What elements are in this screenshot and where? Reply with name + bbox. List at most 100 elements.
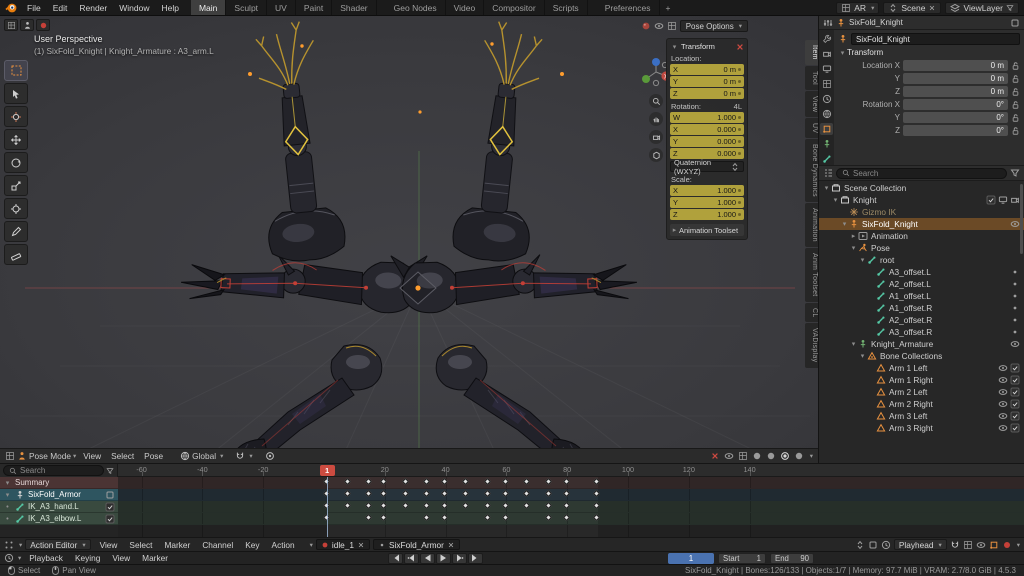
- keyframe[interactable]: [523, 478, 530, 485]
- ar-dropdown[interactable]: AR▾: [836, 2, 879, 14]
- orientation-dropdown[interactable]: Global▾: [180, 451, 223, 461]
- sidebar-tab-uv[interactable]: UV: [805, 118, 818, 138]
- keyframe[interactable]: [441, 502, 448, 509]
- properties-tab-screen[interactable]: [820, 63, 833, 75]
- workspace-tab-uv[interactable]: UV: [267, 0, 296, 15]
- keyframe[interactable]: [344, 478, 351, 485]
- prop-field-location-x[interactable]: 0 m: [903, 60, 1008, 71]
- camera-icon[interactable]: [1010, 195, 1020, 205]
- menu-help[interactable]: Help: [155, 3, 184, 13]
- record-icon[interactable]: [36, 19, 50, 31]
- properties-tab-bone[interactable]: [820, 153, 833, 165]
- dopesheet-editor-icon[interactable]: [4, 540, 14, 550]
- zoom-icon[interactable]: [649, 94, 663, 108]
- pin-icon[interactable]: [868, 540, 878, 550]
- keyframe[interactable]: [502, 478, 509, 485]
- sidebar-tab-vadisplay[interactable]: VADisplay: [805, 323, 818, 367]
- playback-menu-view[interactable]: View: [106, 553, 136, 563]
- keyframe[interactable]: [523, 502, 530, 509]
- outliner-row-gizmo-ik[interactable]: Gizmo IK: [819, 206, 1024, 218]
- properties-tab-grid[interactable]: [820, 78, 833, 90]
- keyframe[interactable]: [380, 478, 387, 485]
- unlink-action-icon[interactable]: [357, 541, 365, 549]
- 3d-cursor-tool[interactable]: [4, 106, 28, 127]
- obj_orange-icon[interactable]: [989, 540, 999, 550]
- timeline-ruler[interactable]: -60 -40 -20 20 40 60 80 100 120 140: [118, 464, 1024, 477]
- outliner-row-animation[interactable]: ▸Animation: [819, 230, 1024, 242]
- menu-render[interactable]: Render: [73, 3, 113, 13]
- playback-menu-marker[interactable]: Marker: [136, 553, 174, 563]
- outliner-row-a3-offset-l[interactable]: A3_offset.L: [819, 266, 1024, 278]
- keyframe[interactable]: [423, 514, 430, 521]
- gizmos-icon[interactable]: [667, 21, 677, 31]
- eye-icon[interactable]: [976, 540, 986, 550]
- action-menu-marker[interactable]: Marker: [158, 540, 196, 550]
- outliner-scrollbar[interactable]: [1020, 184, 1023, 254]
- channel-summary[interactable]: ▾Summary: [0, 477, 118, 489]
- track-sixfold-armor[interactable]: [118, 489, 1024, 501]
- workspace-tab-compositor[interactable]: Compositor: [484, 0, 544, 15]
- eye-icon[interactable]: [998, 363, 1008, 373]
- keyframe[interactable]: [563, 514, 570, 521]
- check-icon[interactable]: [1010, 387, 1020, 397]
- funnel-icon[interactable]: [1006, 4, 1014, 12]
- unlink-slot-icon[interactable]: [447, 541, 455, 549]
- keyframe[interactable]: [544, 514, 551, 521]
- outliner-row-root[interactable]: ▾root: [819, 254, 1024, 266]
- workspace-tab-geo-nodes[interactable]: Geo Nodes: [386, 0, 446, 15]
- properties-tab-wrench[interactable]: [820, 33, 833, 45]
- updown-icon[interactable]: [855, 540, 865, 550]
- keyframe[interactable]: [523, 490, 530, 497]
- keyframe[interactable]: [380, 490, 387, 497]
- fake-user-icon[interactable]: [321, 541, 329, 549]
- action-menu-key[interactable]: Key: [239, 540, 265, 550]
- outliner-row-arm-2-left[interactable]: Arm 2 Left: [819, 386, 1024, 398]
- pin-icon[interactable]: [1010, 18, 1020, 28]
- track-ik-a3-elbow-l[interactable]: [118, 513, 1024, 525]
- sidebar-tab-bone-dynamics[interactable]: Bone Dynamics: [805, 139, 818, 202]
- playback-menu-keying[interactable]: Keying: [69, 553, 106, 563]
- playhead-line[interactable]: [327, 477, 328, 537]
- mode-icon[interactable]: [20, 19, 34, 31]
- play-reverse-button[interactable]: [420, 553, 435, 564]
- keyframe[interactable]: [484, 490, 491, 497]
- lock-open-icon[interactable]: [1011, 126, 1020, 136]
- workspace-tab-video[interactable]: Video: [446, 0, 485, 15]
- outliner-row-a2-offset-r[interactable]: A2_offset.R: [819, 314, 1024, 326]
- prop-field-rotation-x[interactable]: 0°: [903, 99, 1008, 110]
- properties-tab-obj-orange[interactable]: [820, 123, 833, 135]
- grid-icon[interactable]: [738, 451, 748, 461]
- overlays-eye-icon[interactable]: [654, 21, 664, 31]
- keyframe[interactable]: [502, 514, 509, 521]
- grid-icon[interactable]: [963, 540, 973, 550]
- sidebar-tab-anim-toolset[interactable]: Anim Toolset: [805, 248, 818, 302]
- viewport-menu-view[interactable]: View: [78, 451, 106, 461]
- workspace-tab-paint[interactable]: Paint: [296, 0, 332, 15]
- proportional-edit-toggle[interactable]: [265, 451, 275, 461]
- workspace-tab-scripts[interactable]: Scripts: [545, 0, 588, 15]
- prop-field-z[interactable]: 0 m: [903, 86, 1008, 97]
- properties-tab-armature-green[interactable]: [820, 138, 833, 150]
- eye-icon[interactable]: [998, 423, 1008, 433]
- outliner-row-knight-armature[interactable]: ▾Knight_Armature: [819, 338, 1024, 350]
- outliner-row-arm-2-right[interactable]: Arm 2 Right: [819, 398, 1024, 410]
- keyframe[interactable]: [462, 490, 469, 497]
- dot-icon[interactable]: [1010, 315, 1020, 325]
- eye-icon[interactable]: [998, 375, 1008, 385]
- keyframe[interactable]: [563, 490, 570, 497]
- sidebar-tab-item[interactable]: Item: [805, 40, 818, 65]
- workspace-tab-preferences[interactable]: Preferences: [597, 0, 660, 15]
- current-frame-field[interactable]: 1: [668, 553, 714, 564]
- annotate-tool[interactable]: [4, 221, 28, 242]
- sphere-icon[interactable]: [766, 451, 776, 461]
- keyframe[interactable]: [344, 490, 351, 497]
- keyframe[interactable]: [423, 478, 430, 485]
- track-ik-a3-hand-l[interactable]: [118, 501, 1024, 513]
- sidebar-tab-cl[interactable]: CL: [805, 303, 818, 323]
- scale-z-field[interactable]: Z1.000: [670, 209, 744, 220]
- rotate-tool[interactable]: [4, 152, 28, 173]
- channel-sixfold-armor[interactable]: ▾SixFold_Armor: [0, 489, 118, 501]
- playhead-dropdown[interactable]: Playhead▾: [894, 539, 947, 550]
- transform-tool[interactable]: [4, 198, 28, 219]
- outliner-editor-icon[interactable]: [823, 168, 833, 178]
